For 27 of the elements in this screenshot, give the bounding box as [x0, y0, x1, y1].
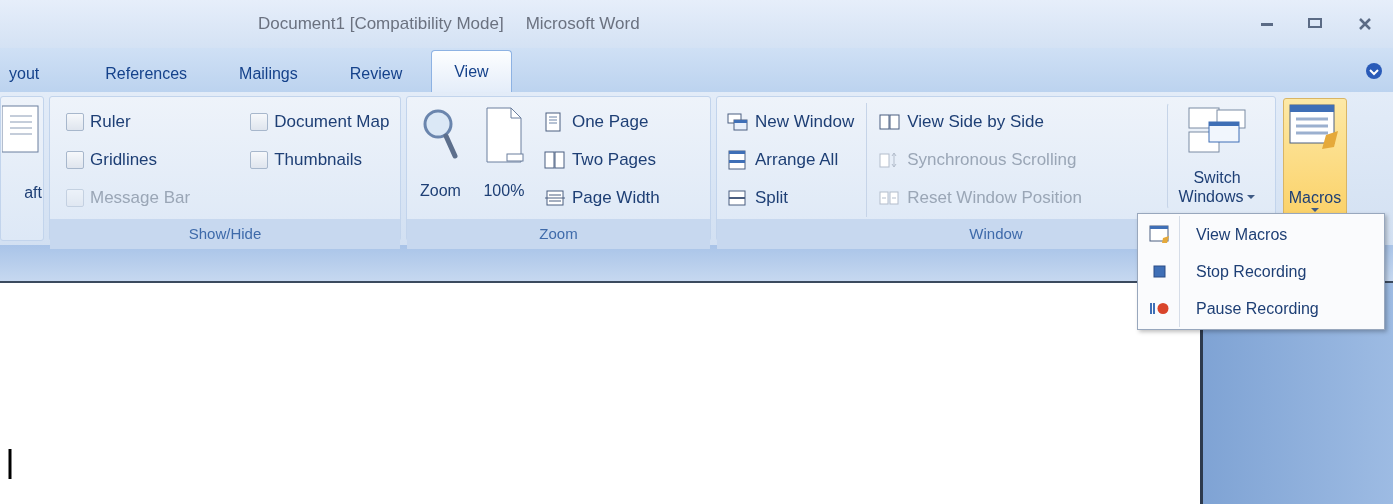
ribbon-button[interactable]: View Side by Side: [877, 103, 1084, 141]
ribbon-button[interactable]: Two Pages: [541, 141, 662, 179]
ribbon-tab[interactable]: Mailings: [216, 54, 321, 92]
app-name: Microsoft Word: [525, 13, 640, 36]
ribbon-button[interactable]: New Window: [725, 103, 857, 141]
checkbox-item[interactable]: Thumbnails: [248, 141, 392, 179]
checkbox-item[interactable]: Ruler: [64, 103, 193, 141]
ribbon-tab[interactable]: Review: [326, 54, 426, 92]
ribbon-button[interactable]: aft: [1, 103, 47, 203]
dropdown-button[interactable]: Macros: [1283, 98, 1347, 216]
dropdown-button[interactable]: Switch Windows: [1167, 103, 1267, 209]
menu-item[interactable]: Stop Recording: [1140, 253, 1382, 290]
checkbox-item[interactable]: Document Map: [248, 103, 392, 141]
group-label: Show/Hide: [50, 219, 400, 249]
ribbon-tab[interactable]: View: [431, 50, 512, 92]
ribbon-tab[interactable]: References: [82, 54, 211, 92]
group-label: Zoom: [407, 219, 710, 249]
window-title: Document1 [Compatibility Mode]: [258, 13, 504, 36]
ribbon-button[interactable]: 100%: [475, 103, 532, 203]
menu-item[interactable]: Pause Recording: [1140, 290, 1382, 327]
ribbon-button[interactable]: Arrange All: [725, 141, 857, 179]
ribbon-button[interactable]: Split: [725, 179, 857, 217]
ribbon-tab[interactable]: yout: [8, 54, 63, 92]
ribbon-button[interactable]: Page Width: [541, 179, 662, 217]
checkbox-item[interactable]: Gridlines: [64, 141, 193, 179]
ribbon-button[interactable]: One Page: [541, 103, 662, 141]
ribbon-button[interactable]: Zoom: [415, 103, 466, 203]
